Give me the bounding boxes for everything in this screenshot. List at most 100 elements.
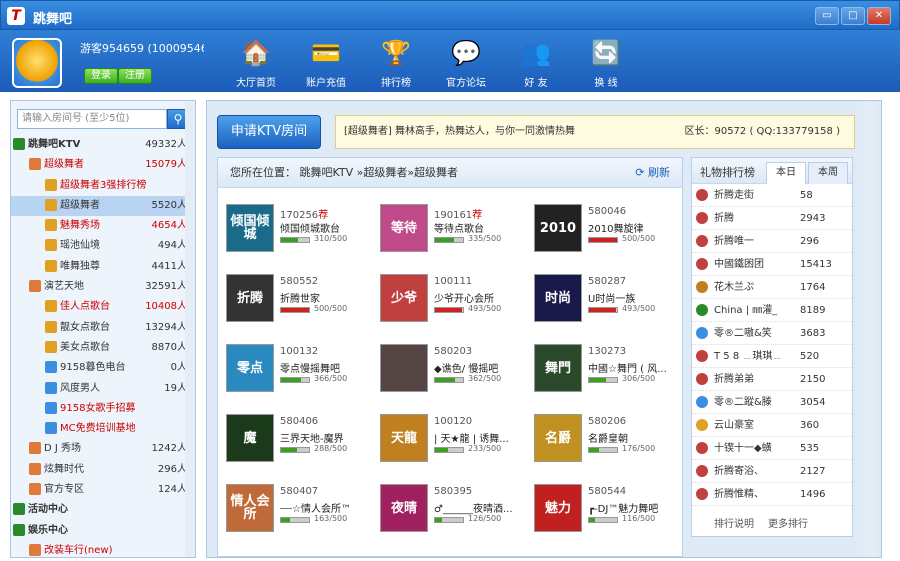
tree-item-label: 炫舞时代 (44, 463, 84, 475)
room-occupancy-bar (588, 517, 618, 523)
tree-item[interactable]: 演艺天地 32591人 (11, 277, 195, 297)
nav-ranking[interactable]: 🏆 排行榜 (360, 36, 432, 89)
tree-item[interactable]: 9158暮色电台 0人 (11, 358, 195, 378)
room-thumbnail[interactable]: 等待 (380, 204, 428, 252)
room-occupancy: 288/500 (314, 444, 348, 453)
ranking-row[interactable]: 零®二蹤&滕 3054 (692, 391, 852, 414)
tab-week[interactable]: 本周 (808, 162, 848, 184)
tab-today[interactable]: 本日 (766, 162, 806, 184)
minimize-button[interactable]: ▭ (815, 7, 839, 25)
rank-badge-icon (696, 488, 708, 500)
nav-friends[interactable]: 👥 好 友 (500, 36, 572, 89)
nav-switch[interactable]: 🔄 换 线 (570, 36, 642, 89)
tree-item-count: 10408人 (145, 301, 187, 313)
room-thumbnail[interactable]: 时尚 (534, 274, 582, 322)
tree-item[interactable]: 瑶池仙境 494人 (11, 236, 195, 256)
tree-item[interactable]: 靓女点歌台 13294人 (11, 318, 195, 338)
apply-ktv-room-button[interactable]: 申请KTV房间 (217, 115, 321, 149)
nav-house[interactable]: 🏠 大厅首页 (220, 36, 292, 89)
room-occupancy: 500/500 (622, 234, 656, 243)
ranking-row[interactable]: 花木兰ぷ 1764 (692, 276, 852, 299)
room-thumbnail[interactable]: 魅力 (534, 484, 582, 532)
friends-icon: 👥 (521, 39, 551, 67)
room-card[interactable]: 580203 ◆谯色/ 慢摇吧 362/500 (380, 344, 530, 402)
room-thumbnail[interactable]: 零点 (226, 344, 274, 392)
ranking-row[interactable]: 折腾走街 58 (692, 184, 852, 207)
tree-item[interactable]: 活动中心 (11, 500, 195, 520)
room-card[interactable]: 时尚 580287 U时尚一族 493/500 (534, 274, 684, 332)
tree-item[interactable]: 佳人点歌台 10408人 (11, 297, 195, 317)
ranking-row[interactable]: 中國鐵困团 15413 (692, 253, 852, 276)
tree-item[interactable]: 超级舞者 5520人 (11, 195, 195, 217)
ranking-value: 360 (800, 420, 820, 431)
ranking-value: 2943 (800, 213, 826, 224)
room-thumbnail[interactable]: 名爵 (534, 414, 582, 462)
room-thumbnail[interactable]: 折腾 (226, 274, 274, 322)
main-scrollbar[interactable] (863, 101, 877, 557)
close-button[interactable]: ✕ (867, 7, 891, 25)
tree-item[interactable]: 唯舞独尊 4411人 (11, 257, 195, 277)
ranking-row[interactable]: 云山豪室 360 (692, 414, 852, 437)
tree-item[interactable]: MC免费培训基地 (11, 419, 195, 439)
room-occupancy: 306/500 (622, 374, 656, 383)
register-button[interactable]: 注册 (118, 68, 152, 84)
ranking-row[interactable]: 折腾 2943 (692, 207, 852, 230)
nav-forum[interactable]: 💬 官方论坛 (430, 36, 502, 89)
ranking-row[interactable]: 折腾寄浴、 2127 (692, 460, 852, 483)
room-card[interactable]: 天龍 100120 | 天★龍 | 诱舞... 233/500 (380, 414, 530, 472)
tree-item[interactable]: 风度男人 19人 (11, 379, 195, 399)
tree-item[interactable]: 魅舞秀场 4654人 (11, 216, 195, 236)
room-card[interactable]: 折腾 580552 折腾世家 500/500 (226, 274, 376, 332)
tree-scrollbar[interactable] (185, 101, 195, 557)
tree-item[interactable]: 官方专区 124人 (11, 480, 195, 500)
room-card[interactable]: 少爷 100111 少爷开心会所 493/500 (380, 274, 530, 332)
room-thumbnail[interactable]: 魔 (226, 414, 274, 462)
room-thumbnail[interactable]: 天龍 (380, 414, 428, 462)
room-thumbnail[interactable]: 舞門 (534, 344, 582, 392)
ranking-row[interactable]: 折腾弟弟 2150 (692, 368, 852, 391)
ranking-row[interactable]: 零®二嗷&笑 3683 (692, 322, 852, 345)
refresh-button[interactable]: ⟳ 刷新 (635, 158, 670, 188)
nav-wallet[interactable]: 💳 账户充值 (290, 36, 362, 89)
room-search-input[interactable]: 请输入房间号 (至少5位) (17, 109, 167, 129)
ranking-help-link[interactable]: 排行说明 (714, 514, 754, 536)
tree-item[interactable]: 超级舞者 15079人 (11, 155, 195, 175)
tree-item[interactable]: 娱乐中心 (11, 521, 195, 541)
room-card[interactable]: 零点 100132 零点慢摇舞吧 366/500 (226, 344, 376, 402)
room-card[interactable]: 倾国倾城 170256荐 倾国倾城歌台 310/500 (226, 204, 376, 262)
room-card[interactable]: 夜晴 580395 ♂______夜晴酒... 126/500 (380, 484, 530, 542)
rank-badge-icon (696, 442, 708, 454)
room-card[interactable]: 等待 190161荐 等待点歌台 335/500 (380, 204, 530, 262)
maximize-button[interactable]: □ (841, 7, 865, 25)
tree-item[interactable]: D J 秀场 1242人 (11, 439, 195, 459)
room-thumbnail[interactable]: 2010 (534, 204, 582, 252)
login-button[interactable]: 登录 (84, 68, 118, 84)
tree-item[interactable]: 跳舞吧KTV 49332人 (11, 135, 195, 155)
room-card[interactable]: 情人会所 580407 ┄┄☆情人会所™ 163/500 (226, 484, 376, 542)
tree-item[interactable]: 炫舞时代 296人 (11, 460, 195, 480)
room-card[interactable]: 2010 580046 2010舞旋律 500/500 (534, 204, 684, 262)
avatar[interactable] (12, 38, 62, 88)
tree-item[interactable]: 美女点歌台 8870人 (11, 338, 195, 358)
room-thumbnail[interactable]: 少爷 (380, 274, 428, 322)
tree-item-count: 19人 (164, 382, 187, 394)
room-card[interactable]: 舞門 130273 中國☆舞門 ( 风... 306/500 (534, 344, 684, 402)
room-card[interactable]: 魔 580406 三界天地-魔界 288/500 (226, 414, 376, 472)
tree-item[interactable]: 9158女歌手招募 (11, 399, 195, 419)
room-thumbnail[interactable]: 情人会所 (226, 484, 274, 532)
room-thumbnail[interactable]: 倾国倾城 (226, 204, 274, 252)
ranking-row[interactable]: T 5 8 ﹍琪琪﹍ 520 (692, 345, 852, 368)
user-name: 游客954659 (100095465( (80, 42, 204, 55)
tree-item[interactable]: 超级舞者3强排行榜 (11, 176, 195, 196)
room-card[interactable]: 魅力 580544 ┏-DJ™魅力舞吧 116/500 (534, 484, 684, 542)
tree-item-label: 靓女点歌台 (60, 321, 110, 333)
room-thumbnail[interactable]: 夜晴 (380, 484, 428, 532)
ranking-row[interactable]: China | ㎜灌_ 8189 (692, 299, 852, 322)
room-thumbnail[interactable] (380, 344, 428, 392)
ranking-row[interactable]: 十锲十一◆蟥 535 (692, 437, 852, 460)
ranking-row[interactable]: 折腾唯一 296 (692, 230, 852, 253)
room-name: 三界天地-魔界 (280, 434, 344, 445)
more-ranking-link[interactable]: 更多排行 (768, 514, 808, 536)
room-card[interactable]: 名爵 580206 名爵皇朝 176/500 (534, 414, 684, 472)
ranking-row[interactable]: 折腾惟精、 1496 (692, 483, 852, 506)
